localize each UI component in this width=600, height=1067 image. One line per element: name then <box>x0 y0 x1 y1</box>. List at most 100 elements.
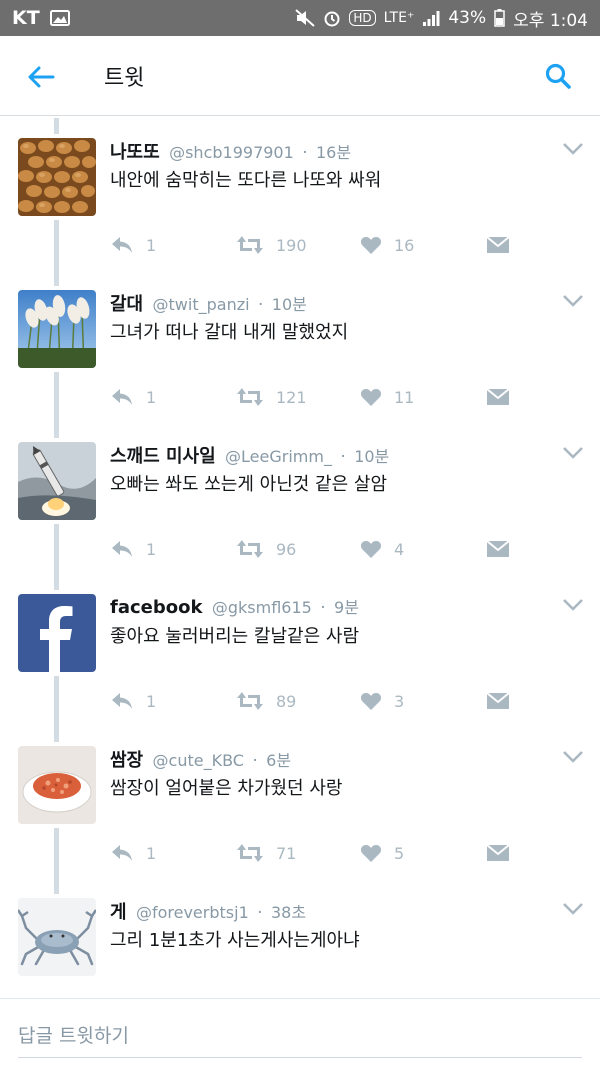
signal-icon <box>422 9 440 27</box>
display-name[interactable]: 쌈장 <box>110 750 143 771</box>
retweet-count: 190 <box>276 235 307 255</box>
reply-icon <box>112 845 132 861</box>
reply-button[interactable]: 1 <box>110 688 156 714</box>
avatar-facebook-logo[interactable] <box>18 594 96 672</box>
chevron-down-icon[interactable] <box>562 446 584 460</box>
direct-message-button[interactable] <box>486 232 510 258</box>
battery-percent: 43% <box>448 8 487 28</box>
reply-button[interactable]: 1 <box>110 232 156 258</box>
retweet-count: 71 <box>276 843 297 863</box>
tweet-text: 그리 1분1초가 사는게사는게아냐 <box>110 930 360 951</box>
retweet-icon <box>237 844 263 862</box>
like-button[interactable]: 16 <box>360 232 414 258</box>
tweet[interactable]: 게 @foreverbtsj1 · 38초 그리 1분1초가 사는게사는게아냐 <box>0 878 600 998</box>
avatar-natto[interactable] <box>18 138 96 216</box>
chevron-down-icon[interactable] <box>562 294 584 308</box>
like-button[interactable]: 3 <box>360 688 404 714</box>
tweet-header: 쌈장 @cute_KBC · 6분 <box>110 746 540 772</box>
network-label: LTE⁺ <box>383 10 415 26</box>
heart-icon <box>360 845 382 862</box>
tweet[interactable]: 스깨드 미사일 @LeeGrimm_ · 10분 오빠는 쏴도 쏘는게 아닌것 … <box>0 422 600 574</box>
direct-message-button[interactable] <box>486 384 510 410</box>
avatar-crab[interactable] <box>18 898 96 976</box>
display-name[interactable]: 나또또 <box>110 142 160 163</box>
display-name[interactable]: 게 <box>110 902 127 923</box>
heart-icon <box>360 237 382 254</box>
avatar-reeds[interactable] <box>18 290 96 368</box>
reply-count: 1 <box>146 843 157 863</box>
direct-message-button[interactable] <box>486 840 510 866</box>
tweet-actions: 1 89 3 <box>110 688 520 714</box>
retweet-icon <box>237 388 263 406</box>
carrier-label: KT <box>12 7 40 29</box>
tweet-actions: 1 96 4 <box>110 536 520 562</box>
tweet[interactable]: facebook @gksmfl615 · 9분 좋아요 눌러버리는 칼날같은 … <box>0 574 600 726</box>
reply-button[interactable]: 1 <box>110 384 156 410</box>
reply-count: 1 <box>146 387 157 407</box>
like-button[interactable]: 4 <box>360 536 404 562</box>
display-name[interactable]: 갈대 <box>110 294 143 315</box>
tweet-text: 오빠는 쏴도 쏘는게 아닌것 같은 살암 <box>110 474 388 495</box>
app-bar: 트윗 <box>0 36 600 116</box>
reply-button[interactable]: 1 <box>110 840 156 866</box>
avatar-ssamjang[interactable] <box>18 746 96 824</box>
back-button[interactable] <box>24 60 58 94</box>
separator-dot: · <box>252 751 258 771</box>
tweet-actions: 1 71 5 <box>110 840 520 866</box>
retweet-count: 121 <box>276 387 307 407</box>
like-button[interactable]: 5 <box>360 840 404 866</box>
display-name[interactable]: facebook <box>110 597 202 618</box>
battery-icon <box>494 9 505 27</box>
user-handle[interactable]: @gksmfl615 <box>212 598 312 617</box>
tweet-feed[interactable]: 나또또 @shcb1997901 · 16분 내안에 숨막히는 또다른 나또와 … <box>0 118 600 998</box>
like-count: 5 <box>394 843 405 863</box>
reply-icon <box>112 693 132 709</box>
like-count: 4 <box>394 539 405 559</box>
retweet-button[interactable]: 190 <box>236 232 307 258</box>
user-handle[interactable]: @foreverbtsj1 <box>136 903 249 922</box>
chevron-down-icon[interactable] <box>562 750 584 764</box>
retweet-count: 89 <box>276 691 297 711</box>
chevron-down-icon[interactable] <box>562 142 584 156</box>
hd-badge: HD <box>349 10 376 26</box>
user-handle[interactable]: @shcb1997901 <box>169 143 294 162</box>
status-bar: KT HD LTE⁺ 43% 오후 1:04 <box>0 0 600 36</box>
like-button[interactable]: 11 <box>360 384 414 410</box>
reply-icon <box>112 237 132 253</box>
retweet-button[interactable]: 121 <box>236 384 307 410</box>
tweet[interactable]: 쌈장 @cute_KBC · 6분 쌈장이 얼어붙은 차가웠던 사랑 1 71 … <box>0 726 600 878</box>
clock: 오후 1:04 <box>513 10 588 31</box>
avatar-missile[interactable] <box>18 442 96 520</box>
reply-button[interactable]: 1 <box>110 536 156 562</box>
user-handle[interactable]: @LeeGrimm_ <box>225 447 332 466</box>
tweet-header: 스깨드 미사일 @LeeGrimm_ · 10분 <box>110 442 540 468</box>
tweet-time: 16분 <box>316 143 352 162</box>
chevron-down-icon[interactable] <box>562 902 584 916</box>
envelope-icon <box>486 540 510 557</box>
search-button[interactable] <box>540 58 576 94</box>
direct-message-button[interactable] <box>486 536 510 562</box>
direct-message-button[interactable] <box>486 688 510 714</box>
tweet-text: 좋아요 눌러버리는 칼날같은 사람 <box>110 626 360 647</box>
envelope-icon <box>486 692 510 709</box>
user-handle[interactable]: @cute_KBC <box>153 751 244 770</box>
retweet-button[interactable]: 96 <box>236 536 296 562</box>
reply-input[interactable]: 답글 트윗하기 <box>18 1021 129 1048</box>
separator-dot: · <box>257 903 263 923</box>
heart-icon <box>360 693 382 710</box>
retweet-icon <box>237 236 263 254</box>
search-icon <box>545 63 571 89</box>
tweet[interactable]: 갈대 @twit_panzi · 10분 그녀가 떠나 갈대 내게 말했었지 1… <box>0 270 600 422</box>
like-count: 16 <box>394 235 415 255</box>
tweet[interactable]: 나또또 @shcb1997901 · 16분 내안에 숨막히는 또다른 나또와 … <box>0 118 600 270</box>
separator-dot: · <box>340 447 346 467</box>
tweet-text: 내안에 숨막히는 또다른 나또와 싸워 <box>110 170 382 191</box>
retweet-button[interactable]: 89 <box>236 688 296 714</box>
display-name[interactable]: 스깨드 미사일 <box>110 446 216 467</box>
envelope-icon <box>486 236 510 253</box>
tweet-header: 나또또 @shcb1997901 · 16분 <box>110 138 540 164</box>
retweet-button[interactable]: 71 <box>236 840 296 866</box>
chevron-down-icon[interactable] <box>562 598 584 612</box>
page-title: 트윗 <box>104 66 145 91</box>
user-handle[interactable]: @twit_panzi <box>153 295 250 314</box>
